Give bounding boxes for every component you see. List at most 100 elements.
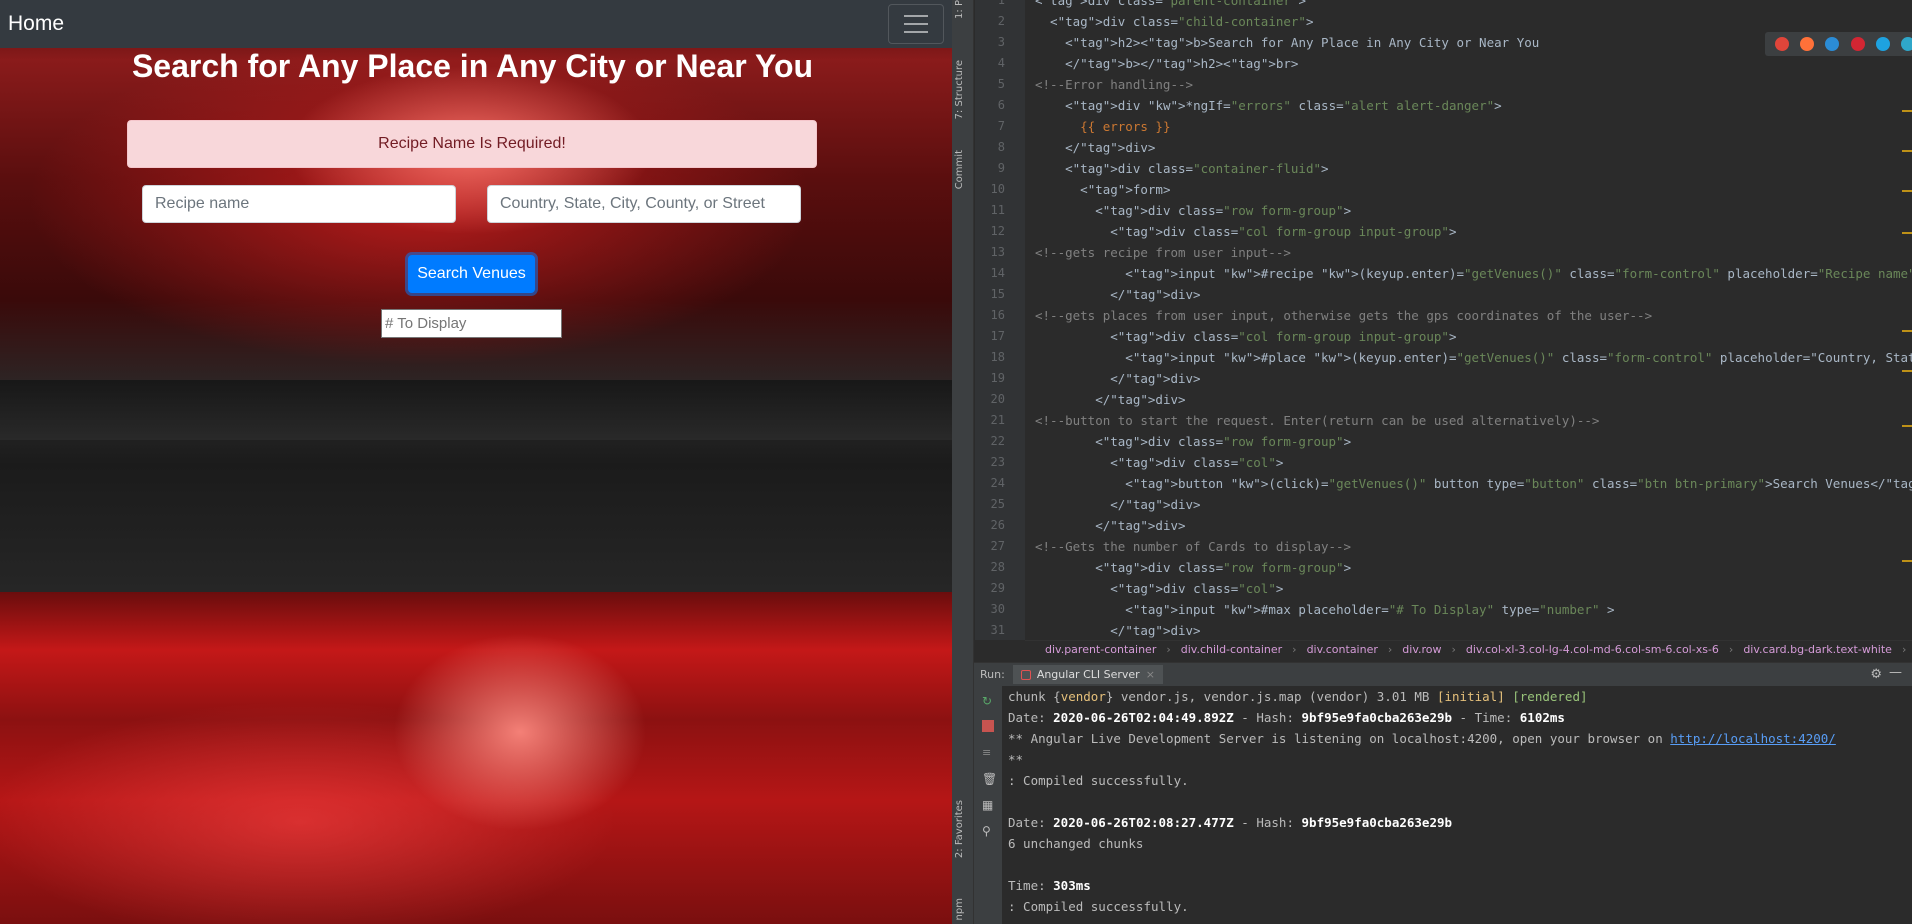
- line-number: 29: [990, 581, 1005, 595]
- code-line[interactable]: <!--Error handling-->: [1035, 74, 1193, 95]
- line-number: 10: [990, 182, 1005, 196]
- code-line[interactable]: <"tag">div "kw">*ngIf="errors" class="al…: [1035, 95, 1502, 116]
- code-line[interactable]: <!--button to start the request. Enter(r…: [1035, 410, 1599, 431]
- rerun-icon[interactable]: ↻: [982, 694, 994, 708]
- code-line[interactable]: <!--gets places from user input, otherwi…: [1035, 305, 1652, 326]
- code-line[interactable]: <"tag">h2><"tag">b>Search for Any Place …: [1035, 32, 1539, 53]
- line-number: 14: [990, 266, 1005, 280]
- code-line[interactable]: <"tag">div class="parent-container">: [1035, 0, 1306, 11]
- pin-icon[interactable]: ⚲: [982, 824, 994, 838]
- firefox-icon[interactable]: [1799, 37, 1814, 51]
- tab-label: Angular CLI Server: [1036, 668, 1140, 681]
- code-line[interactable]: <"tag">form>: [1035, 179, 1170, 200]
- tool-favorites[interactable]: 2: Favorites: [954, 800, 965, 858]
- breadcrumb-item[interactable]: div.parent-container: [1045, 643, 1156, 656]
- line-number: 19: [990, 371, 1005, 385]
- code-line[interactable]: </"tag">div>: [1035, 620, 1200, 640]
- wrap-icon[interactable]: ≡: [982, 746, 994, 759]
- code-editor[interactable]: <"tag">div class="parent-container"> <"t…: [1025, 0, 1912, 640]
- code-line[interactable]: <"tag">div class="col">: [1035, 452, 1283, 473]
- layout-icon[interactable]: ▦: [982, 798, 994, 812]
- stop-icon[interactable]: [982, 720, 994, 732]
- breadcrumb-item[interactable]: div.child-container: [1181, 643, 1282, 656]
- breadcrumb-item[interactable]: div.col-xl-3.col-lg-4.col-md-6.col-sm-6.…: [1466, 643, 1719, 656]
- code-line[interactable]: <"tag">input "kw">#place "kw">(keyup.ent…: [1035, 347, 1912, 368]
- gear-icon[interactable]: ⚙: [1870, 667, 1882, 682]
- breadcrumb-item[interactable]: div.card.bg-dark.text-white: [1743, 643, 1892, 656]
- line-number: 9: [997, 161, 1005, 175]
- line-number: 7: [997, 119, 1005, 133]
- code-line[interactable]: <"tag">div class="row form-group">: [1035, 200, 1351, 221]
- code-line[interactable]: <"tag">div class="row form-group">: [1035, 431, 1351, 452]
- code-line[interactable]: </"tag">div>: [1035, 515, 1185, 536]
- tab-angular-cli-server[interactable]: Angular CLI Server ×: [1012, 665, 1163, 684]
- scroll-marker: [1902, 560, 1912, 562]
- navbar-brand-home[interactable]: Home: [8, 12, 64, 36]
- breadcrumb-item[interactable]: div.row: [1402, 643, 1441, 656]
- run-console[interactable]: chunk {vendor} vendor.js, vendor.js.map …: [1008, 686, 1898, 924]
- ie-icon[interactable]: [1875, 37, 1890, 51]
- code-line[interactable]: </"tag">div>: [1035, 494, 1200, 515]
- search-venues-button[interactable]: Search Venues: [408, 255, 535, 293]
- safari-icon[interactable]: [1825, 37, 1840, 51]
- navbar-toggler-button[interactable]: [888, 4, 944, 44]
- opera-icon[interactable]: [1850, 37, 1865, 51]
- code-line[interactable]: <!--Gets the number of Cards to display-…: [1035, 536, 1351, 557]
- code-line[interactable]: </"tag">div>: [1035, 137, 1155, 158]
- line-number: 4: [997, 56, 1005, 70]
- ide-window: 1: P 7: Structure Commit 2: Favorites np…: [952, 0, 1912, 924]
- chrome-icon[interactable]: [1774, 37, 1789, 51]
- navbar: Home: [0, 0, 952, 48]
- scroll-marker: [1902, 150, 1912, 152]
- code-line[interactable]: </"tag">div>: [1035, 368, 1200, 389]
- trash-icon[interactable]: 🗑: [982, 772, 997, 786]
- minimize-icon[interactable]: —: [1889, 665, 1902, 680]
- line-number: 2: [997, 14, 1005, 28]
- recipe-name-input[interactable]: Recipe name: [142, 185, 456, 223]
- line-number: 12: [990, 224, 1005, 238]
- code-line[interactable]: <"tag">input "kw">#max placeholder="# To…: [1035, 599, 1614, 620]
- editor-scrollbar[interactable]: [1900, 0, 1912, 640]
- line-number: 15: [990, 287, 1005, 301]
- code-line[interactable]: </"tag">div>: [1035, 389, 1185, 410]
- code-line[interactable]: <"tag">div class="child-container">: [1035, 11, 1313, 32]
- tool-commit[interactable]: Commit: [954, 150, 965, 189]
- breadcrumb: div.parent-container › div.child-container…: [1025, 640, 1912, 658]
- console-line: Time: 303ms: [1008, 878, 1091, 893]
- code-line[interactable]: <"tag">div class="col form-group input-g…: [1035, 326, 1456, 347]
- tool-npm[interactable]: npm: [954, 898, 965, 920]
- line-number: 16: [990, 308, 1005, 322]
- close-icon[interactable]: ×: [1146, 668, 1155, 681]
- line-number: 11: [990, 203, 1005, 217]
- breadcrumb-separator: ›: [1292, 643, 1297, 656]
- code-line[interactable]: <"tag">input "kw">#recipe "kw">(keyup.en…: [1035, 263, 1912, 284]
- code-line[interactable]: {{ errors }}: [1035, 116, 1170, 137]
- tool-project[interactable]: 1: P: [954, 0, 965, 19]
- code-line[interactable]: <!--gets recipe from user input-->: [1035, 242, 1291, 263]
- line-number: 1: [997, 0, 1005, 7]
- code-line[interactable]: <"tag">button "kw">(click)="getVenues()"…: [1035, 473, 1912, 494]
- place-input[interactable]: Country, State, City, County, or Street: [487, 185, 801, 223]
- code-line[interactable]: </"tag">b></"tag">h2><"tag">br>: [1035, 53, 1298, 74]
- line-number: 21: [990, 413, 1005, 427]
- line-number: 30: [990, 602, 1005, 616]
- breadcrumb-item[interactable]: div.container: [1307, 643, 1378, 656]
- tool-structure[interactable]: 7: Structure: [954, 60, 965, 119]
- code-line[interactable]: <"tag">div class="row form-group">: [1035, 557, 1351, 578]
- open-in-browser-bar: [1765, 32, 1912, 56]
- code-line[interactable]: <"tag">div class="container-fluid">: [1035, 158, 1328, 179]
- code-line[interactable]: <"tag">div class="col form-group input-g…: [1035, 221, 1456, 242]
- hamburger-icon-line: [904, 31, 928, 33]
- line-number: 13: [990, 245, 1005, 259]
- scroll-marker: [1902, 232, 1912, 234]
- run-toolbar: Run: Angular CLI Server × ⚙ —: [974, 662, 1912, 686]
- code-line[interactable]: </"tag">div>: [1035, 284, 1200, 305]
- line-number: 24: [990, 476, 1005, 490]
- breadcrumb-separator: ›: [1901, 643, 1907, 656]
- code-line[interactable]: <"tag">div class="col">: [1035, 578, 1283, 599]
- line-number: 28: [990, 560, 1005, 574]
- page-title: Search for Any Place in Any City or Near…: [131, 48, 814, 84]
- count-to-display-input[interactable]: # To Display: [381, 309, 562, 338]
